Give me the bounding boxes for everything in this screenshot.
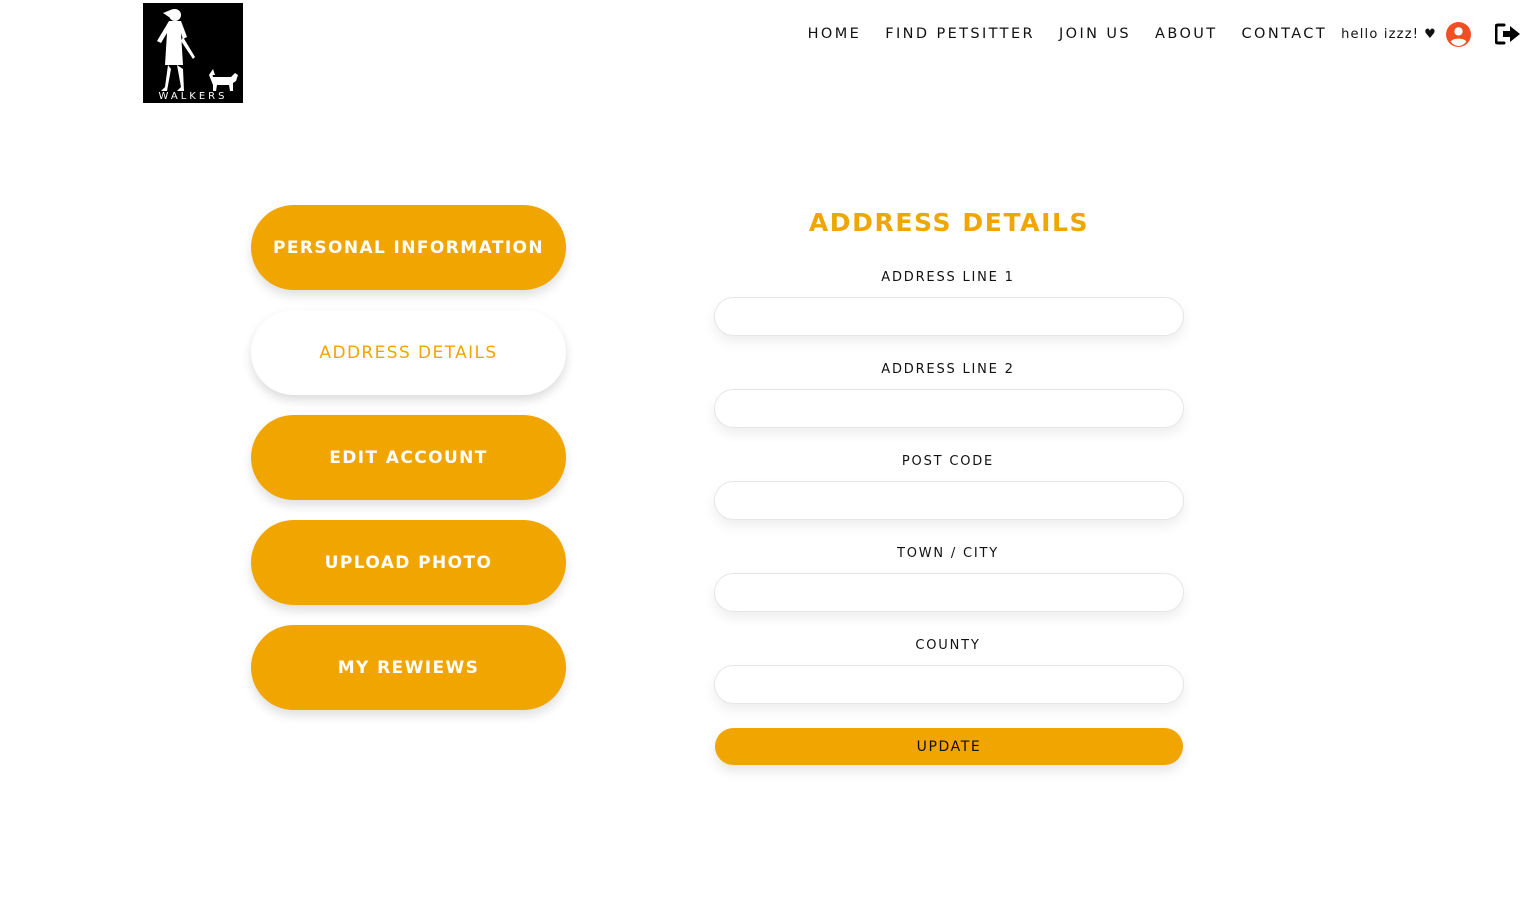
address-line-1-input[interactable] [714,297,1184,336]
sidebar-item-personal-information[interactable]: PERSONAL INFORMATION [251,205,566,290]
walker-with-dog-icon [157,9,238,91]
sidebar-item-address-details[interactable]: ADDRESS DETAILS [251,310,566,395]
address-line-1-label: ADDRESS LINE 1 [881,270,1015,285]
county-input[interactable] [714,665,1184,704]
nav-about[interactable]: ABOUT [1155,22,1218,46]
heart-icon: ♥ [1424,26,1437,42]
town-city-input[interactable] [714,573,1184,612]
post-code-label: POST CODE [901,454,995,469]
address-line-2-label: ADDRESS LINE 2 [881,362,1015,377]
nav-home[interactable]: HOME [808,22,862,46]
logo-text: WALKERS [158,91,228,102]
update-button[interactable]: UPDATE [715,728,1183,765]
town-city-label: TOWN / CITY [897,546,999,561]
main-nav: HOME FIND PETSITTER JOIN US ABOUT CONTAC… [808,21,1521,47]
address-line-2-input[interactable] [714,389,1184,428]
nav-contact[interactable]: CONTACT [1242,22,1328,46]
nav-find-petsitter[interactable]: FIND PETSITTER [885,22,1035,46]
sidebar-item-upload-photo[interactable]: UPLOAD PHOTO [251,520,566,605]
walkers-logo[interactable]: WALKERS [143,3,243,103]
user-circle-icon[interactable] [1446,21,1471,47]
post-code-input[interactable] [714,481,1184,520]
sidebar-item-my-reviews[interactable]: MY REWIEWS [251,625,566,710]
nav-join-us[interactable]: JOIN US [1059,22,1131,46]
county-label: COUNTY [915,638,981,653]
logout-icon[interactable] [1495,23,1521,45]
user-greeting: hello izzz! ♥ [1341,27,1437,42]
form-title: ADDRESS DETAILS [808,208,1090,237]
sidebar-item-edit-account[interactable]: EDIT ACCOUNT [251,415,566,500]
greeting-text: hello izzz! [1341,26,1420,42]
